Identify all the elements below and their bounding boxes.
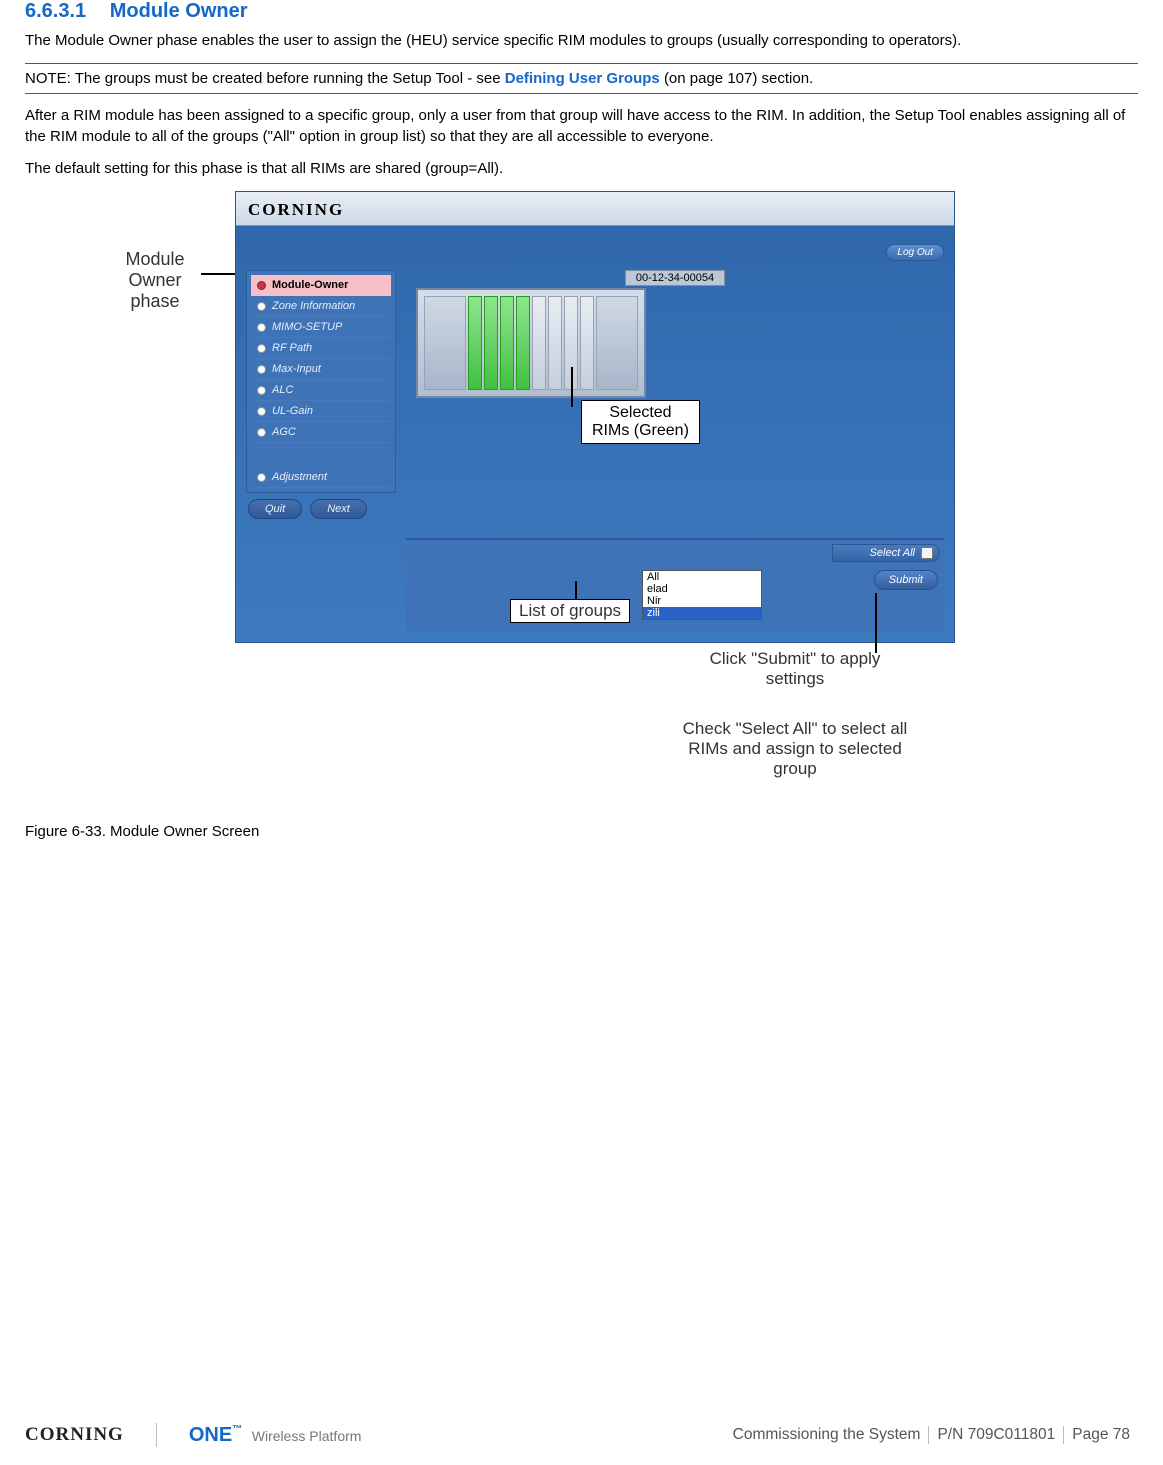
quit-button[interactable]: Quit [248, 499, 302, 519]
radio-icon [257, 344, 266, 353]
radio-icon [257, 323, 266, 332]
checkbox-icon[interactable] [921, 547, 933, 559]
sidebar-item-zone-info[interactable]: Zone Information [251, 296, 391, 317]
rim-callout: Selected RIMs (Green) [581, 400, 700, 444]
phase-label-l3: phase [115, 291, 195, 312]
sidebar-item-label: UL-Gain [272, 405, 313, 417]
paragraph-default: The default setting for this phase is th… [25, 159, 1138, 179]
radio-icon [257, 281, 266, 290]
section-number: 6.6.3.1 [25, 0, 86, 22]
one-logo: ONE™ [189, 1424, 248, 1446]
callout-line [875, 593, 877, 653]
group-option[interactable]: Nir [643, 595, 761, 607]
radio-icon [257, 302, 266, 311]
corning-logo: CORNING [25, 1424, 124, 1446]
section-title: Module Owner [110, 0, 248, 22]
footer-chapter: Commissioning the System [725, 1426, 929, 1444]
footer-pn: P/N 709C011801 [928, 1426, 1063, 1444]
select-all-toggle[interactable]: Select All [832, 544, 940, 562]
wizard-sidebar: Module-Owner Zone Information MIMO-SETUP [246, 270, 396, 493]
figure-caption: Figure 6-33. Module Owner Screen [25, 823, 1138, 840]
sidebar-item-agc[interactable]: AGC [251, 422, 391, 443]
phase-pointer-line [201, 273, 237, 275]
select-all-label: Select All [870, 547, 915, 559]
sidebar-item-label: MIMO-SETUP [272, 321, 342, 333]
main-area: 00-12-34-00054 [406, 270, 944, 632]
radio-icon [257, 428, 266, 437]
group-option[interactable]: elad [643, 583, 761, 595]
rim-slot-selected[interactable] [468, 296, 482, 390]
paragraph-intro: The Module Owner phase enables the user … [25, 31, 1138, 51]
phase-label: Module Owner phase [115, 249, 195, 312]
phase-label-l2: Owner [115, 270, 195, 291]
app-window: CORNING Log Out Module-Owner Zone Inform… [235, 191, 955, 643]
sidebar-item-alc[interactable]: ALC [251, 380, 391, 401]
sidebar-item-ul-gain[interactable]: UL-Gain [251, 401, 391, 422]
rim-slot[interactable] [532, 296, 546, 390]
section-heading: 6.6.3.1 Module Owner [25, 0, 1138, 23]
one-logo-text: ONE [189, 1424, 232, 1446]
rim-slot-selected[interactable] [500, 296, 514, 390]
trademark-icon: ™ [232, 1424, 242, 1435]
footer-page: Page 78 [1063, 1426, 1138, 1444]
chassis-slot [424, 296, 466, 390]
group-option[interactable]: All [643, 571, 761, 583]
radio-icon [257, 365, 266, 374]
heu-chassis[interactable] [416, 288, 646, 398]
phase-label-l1: Module [115, 249, 195, 270]
radio-icon [257, 407, 266, 416]
rim-slot[interactable] [580, 296, 594, 390]
radio-icon [257, 473, 266, 482]
note-text-suffix: (on page 107) section. [664, 70, 813, 87]
annot-submit: Click "Submit" to apply settings [690, 649, 900, 689]
annot-list-of-groups: List of groups [510, 599, 630, 623]
radio-icon [257, 386, 266, 395]
sidebar-item-label: Zone Information [272, 300, 355, 312]
paragraph-after-note: After a RIM module has been assigned to … [25, 106, 1138, 147]
page-footer: CORNING ONE™ Wireless Platform Commissio… [25, 1423, 1138, 1447]
sidebar-item-label: Module-Owner [272, 279, 348, 291]
sidebar-item-label: Adjustment [272, 471, 327, 483]
note-text-prefix: NOTE: The groups must be created before … [25, 70, 505, 87]
submit-button[interactable]: Submit [874, 570, 938, 590]
app-brand: CORNING [236, 192, 954, 226]
device-mac-label: 00-12-34-00054 [625, 270, 725, 286]
annot-select-all: Check "Select All" to select all RIMs an… [675, 719, 915, 779]
rim-callout-l2: RIMs (Green) [592, 422, 689, 440]
figure: Module Owner phase CORNING Log Out Modul… [25, 191, 1138, 840]
sidebar-item-label: AGC [272, 426, 296, 438]
sidebar-item-mimo-setup[interactable]: MIMO-SETUP [251, 317, 391, 338]
sidebar-item-label: RF Path [272, 342, 312, 354]
callout-line [575, 581, 577, 601]
group-listbox[interactable]: All elad Nir zili [642, 570, 762, 620]
sidebar-item-module-owner[interactable]: Module-Owner [251, 275, 391, 296]
rim-slot-selected[interactable] [484, 296, 498, 390]
next-button[interactable]: Next [310, 499, 367, 519]
rim-slot-selected[interactable] [516, 296, 530, 390]
group-option-selected[interactable]: zili [643, 607, 761, 619]
sidebar-item-rf-path[interactable]: RF Path [251, 338, 391, 359]
one-logo-sub: Wireless Platform [252, 1428, 362, 1444]
rim-callout-l1: Selected [592, 404, 689, 422]
sidebar-item-label: Max-Input [272, 363, 321, 375]
rim-slot[interactable] [548, 296, 562, 390]
chassis-slot [596, 296, 638, 390]
sidebar-item-max-input[interactable]: Max-Input [251, 359, 391, 380]
logout-button[interactable]: Log Out [886, 244, 944, 261]
link-defining-user-groups[interactable]: Defining User Groups [505, 70, 660, 87]
sidebar-item-adjustment[interactable]: Adjustment [251, 467, 391, 488]
groups-panel: Select All All elad Nir zili Submit [406, 538, 944, 632]
callout-line [571, 367, 573, 407]
sidebar-item-label: ALC [272, 384, 293, 396]
note-box: NOTE: The groups must be created before … [25, 63, 1138, 94]
footer-divider [156, 1423, 157, 1447]
